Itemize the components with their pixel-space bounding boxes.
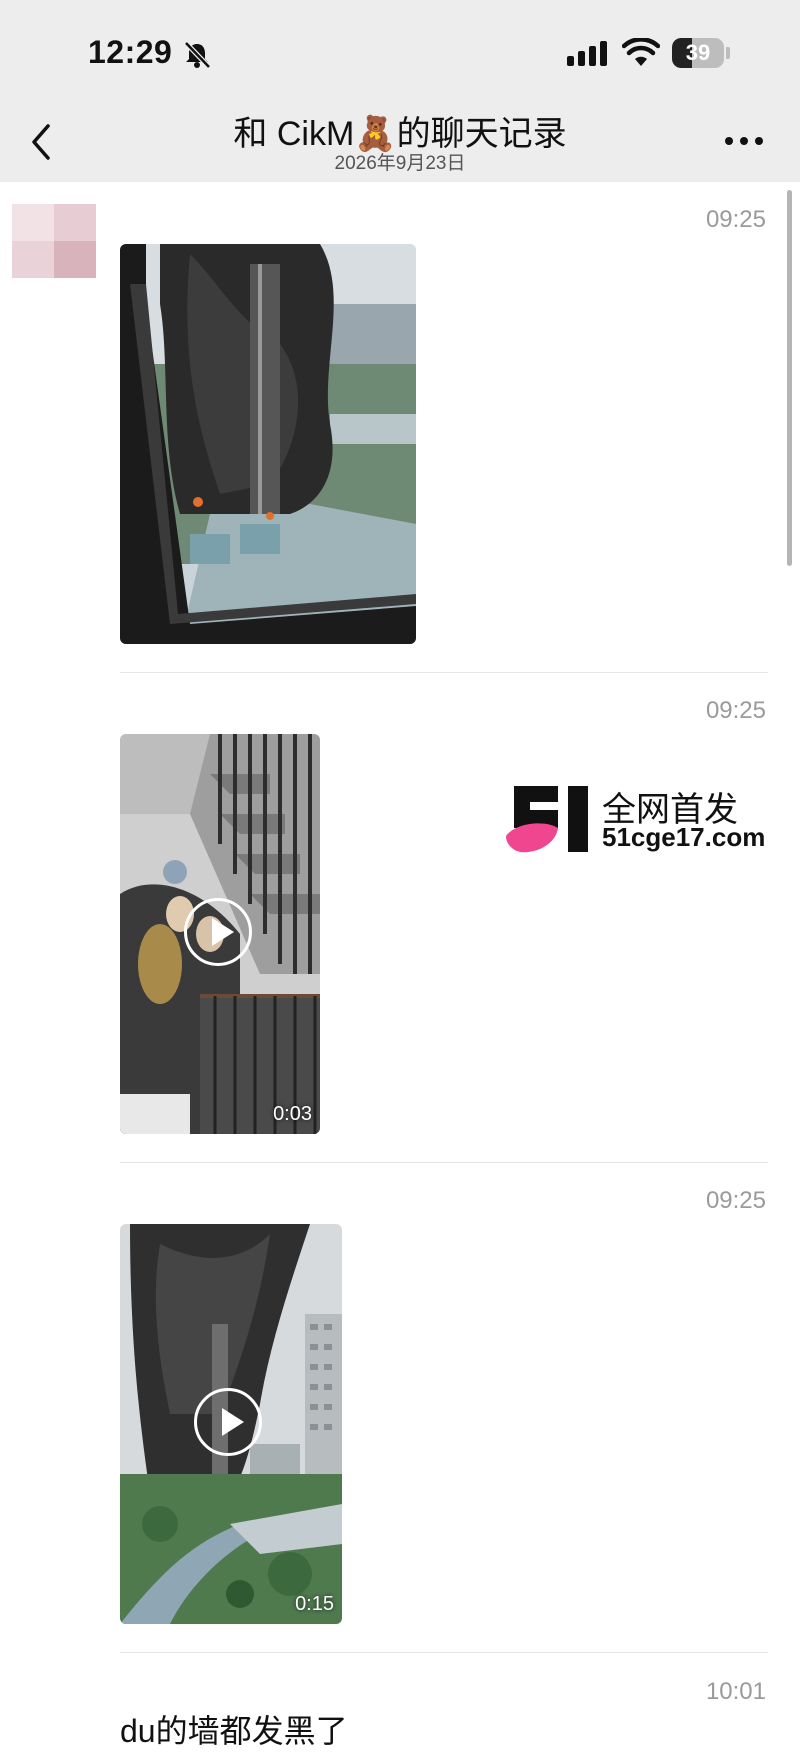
fire-window-photo xyxy=(120,244,416,644)
message-video[interactable]: 0:03 xyxy=(120,734,320,1134)
signal-icon xyxy=(567,41,607,66)
watermark-line2: 51cge17.com xyxy=(602,822,766,852)
message-divider xyxy=(120,1162,768,1163)
battery-level: 39 xyxy=(685,40,711,65)
message-time: 09:25 xyxy=(705,206,766,233)
battery-tip xyxy=(726,47,730,59)
status-bar: 12:29 39 xyxy=(0,0,800,100)
scroll-indicator xyxy=(787,190,792,566)
message-time: 09:25 xyxy=(705,697,766,724)
nav-bar: 和 CikM🧸的聊天记录 2026年9月23日 xyxy=(0,100,800,182)
bell-muted-icon xyxy=(184,41,211,69)
wifi-icon xyxy=(622,38,660,66)
message-image[interactable] xyxy=(120,244,416,644)
battery-icon: 39 xyxy=(672,38,724,68)
avatar[interactable] xyxy=(12,204,96,278)
watermark: 全网首发 51cge17.com xyxy=(506,782,786,856)
video-duration: 0:03 xyxy=(273,1103,312,1125)
play-icon[interactable] xyxy=(194,1388,262,1456)
message-text: du的墙都发黑了 xyxy=(120,1713,348,1749)
message-video[interactable]: 0:15 xyxy=(120,1224,342,1624)
status-time: 12:29 xyxy=(88,34,173,70)
message-time: 10:01 xyxy=(705,1678,766,1705)
page-subtitle-date: 2026年9月23日 xyxy=(334,153,466,174)
more-icon[interactable] xyxy=(724,136,764,146)
video-duration: 0:15 xyxy=(295,1593,334,1615)
message-divider xyxy=(120,672,768,673)
message-time: 09:25 xyxy=(705,1187,766,1214)
play-icon[interactable] xyxy=(184,898,252,966)
watermark-logo xyxy=(506,786,588,853)
message-divider xyxy=(120,1652,768,1653)
